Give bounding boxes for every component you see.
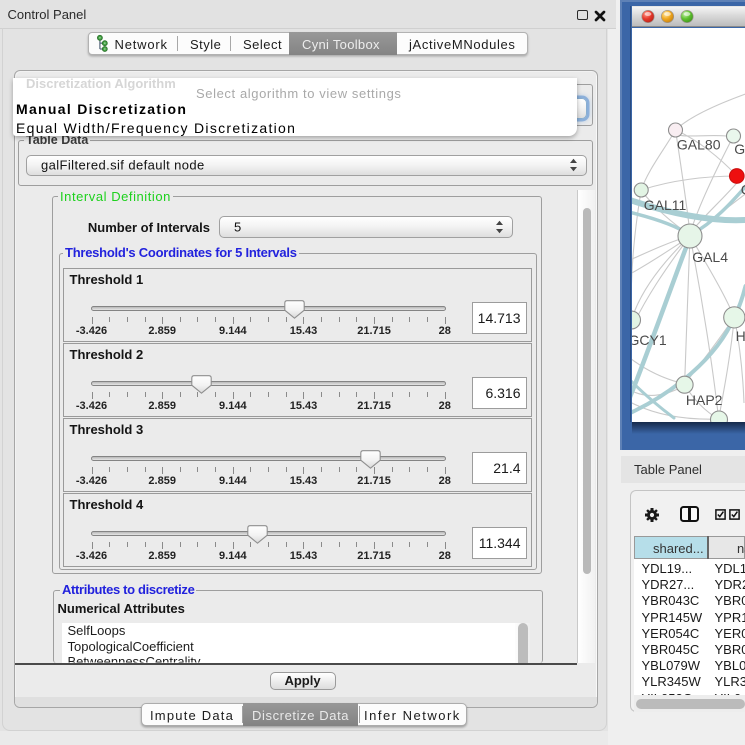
svg-text:GAL11: GAL11 [643, 197, 686, 213]
svg-text:GCY1: GCY1 [632, 332, 667, 348]
svg-text:GAL4: GAL4 [692, 249, 728, 265]
svg-text:GA: GA [734, 141, 745, 157]
svg-text:H: H [735, 328, 745, 344]
svg-text:GAL80: GAL80 [676, 137, 720, 153]
svg-text:HAP2: HAP2 [685, 392, 722, 408]
svg-text:CY: CY [740, 182, 745, 198]
